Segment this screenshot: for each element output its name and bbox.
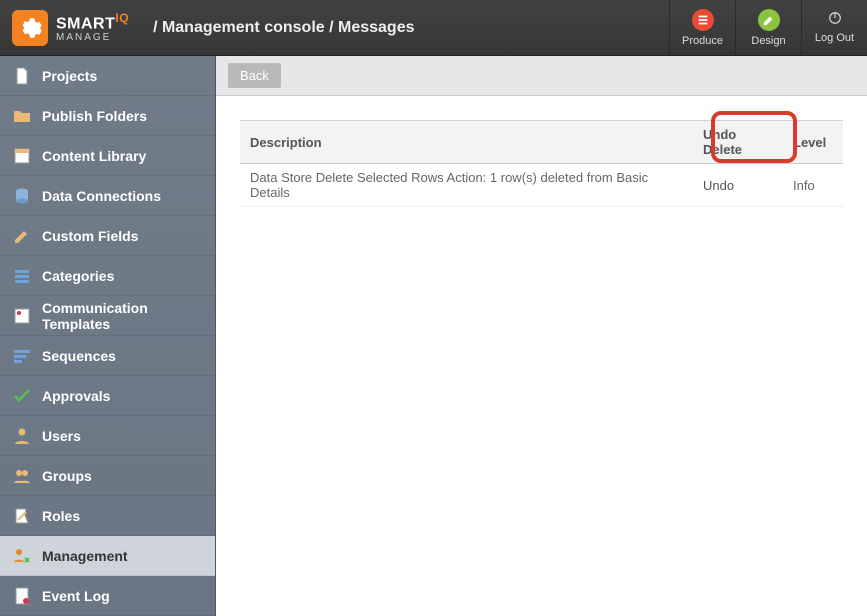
sidebar-item-communication-templates[interactable]: Communication Templates (0, 296, 215, 336)
roles-icon (12, 506, 32, 526)
brand-logo: SMARTIQ MANAGE (0, 0, 141, 55)
app-header: SMARTIQ MANAGE / Management console / Me… (0, 0, 867, 56)
sidebar-item-custom-fields[interactable]: Custom Fields (0, 216, 215, 256)
sidebar-item-label: Groups (42, 468, 92, 484)
template-icon (12, 306, 32, 326)
sidebar-item-label: Event Log (42, 588, 110, 604)
library-icon (12, 146, 32, 166)
sidebar-item-label: Projects (42, 68, 97, 84)
content-toolbar: Back (216, 56, 867, 96)
design-icon (758, 9, 780, 31)
sidebar-item-label: Users (42, 428, 81, 444)
sidebar-item-label: Categories (42, 268, 114, 284)
pencil-icon (12, 226, 32, 246)
sidebar-item-label: Sequences (42, 348, 116, 364)
sidebar: Projects Publish Folders Content Library Da… (0, 56, 216, 616)
sidebar-item-groups[interactable]: Groups (0, 456, 215, 496)
stack-icon (12, 266, 32, 286)
folder-icon (12, 106, 32, 126)
breadcrumb: / Management console / Messages (141, 19, 669, 37)
logout-icon (828, 11, 842, 28)
sidebar-item-label: Data Connections (42, 188, 161, 204)
undo-link[interactable]: Undo (693, 164, 783, 207)
sidebar-item-data-connections[interactable]: Data Connections (0, 176, 215, 216)
cell-level: Info (783, 164, 843, 207)
sidebar-item-approvals[interactable]: Approvals (0, 376, 215, 416)
col-undo-delete[interactable]: Undo Delete (693, 121, 783, 164)
sidebar-item-users[interactable]: Users (0, 416, 215, 456)
sidebar-item-categories[interactable]: Categories (0, 256, 215, 296)
sidebar-item-label: Content Library (42, 148, 146, 164)
brand-name-1: SMART (56, 16, 115, 33)
produce-label: Produce (682, 35, 723, 47)
group-icon (12, 466, 32, 486)
sidebar-item-label: Custom Fields (42, 228, 138, 244)
manage-icon (12, 546, 32, 566)
user-icon (12, 426, 32, 446)
brand-subtitle: MANAGE (56, 33, 129, 43)
sidebar-item-projects[interactable]: Projects (0, 56, 215, 96)
sidebar-item-sequences[interactable]: Sequences (0, 336, 215, 376)
header-actions: Produce Design Log Out (669, 0, 867, 55)
sidebar-item-roles[interactable]: Roles (0, 496, 215, 536)
sidebar-item-label: Communication Templates (42, 300, 203, 332)
sequence-icon (12, 346, 32, 366)
col-level[interactable]: Level (783, 121, 843, 164)
col-description[interactable]: Description (240, 121, 693, 164)
back-button[interactable]: Back (228, 63, 281, 88)
sidebar-item-label: Management (42, 548, 128, 564)
logout-label: Log Out (815, 32, 854, 44)
sidebar-item-management[interactable]: Management (0, 536, 215, 576)
log-icon (12, 586, 32, 606)
sidebar-item-label: Roles (42, 508, 80, 524)
logout-button[interactable]: Log Out (801, 0, 867, 55)
cell-description: Data Store Delete Selected Rows Action: … (240, 164, 693, 207)
sidebar-item-label: Approvals (42, 388, 110, 404)
sidebar-item-event-log[interactable]: Event Log (0, 576, 215, 616)
messages-table: Description Undo Delete Level Data Store… (240, 120, 843, 207)
gear-icon (12, 10, 48, 46)
design-button[interactable]: Design (735, 0, 801, 55)
brand-name-2: IQ (115, 11, 129, 25)
produce-icon (692, 9, 714, 31)
check-icon (12, 386, 32, 406)
table-row: Data Store Delete Selected Rows Action: … (240, 164, 843, 207)
file-icon (12, 66, 32, 86)
db-icon (12, 186, 32, 206)
sidebar-item-content-library[interactable]: Content Library (0, 136, 215, 176)
produce-button[interactable]: Produce (669, 0, 735, 55)
sidebar-item-publish-folders[interactable]: Publish Folders (0, 96, 215, 136)
main-content: Back Description Undo Delete Level Data … (216, 56, 867, 616)
sidebar-item-label: Publish Folders (42, 108, 147, 124)
design-label: Design (751, 35, 785, 47)
